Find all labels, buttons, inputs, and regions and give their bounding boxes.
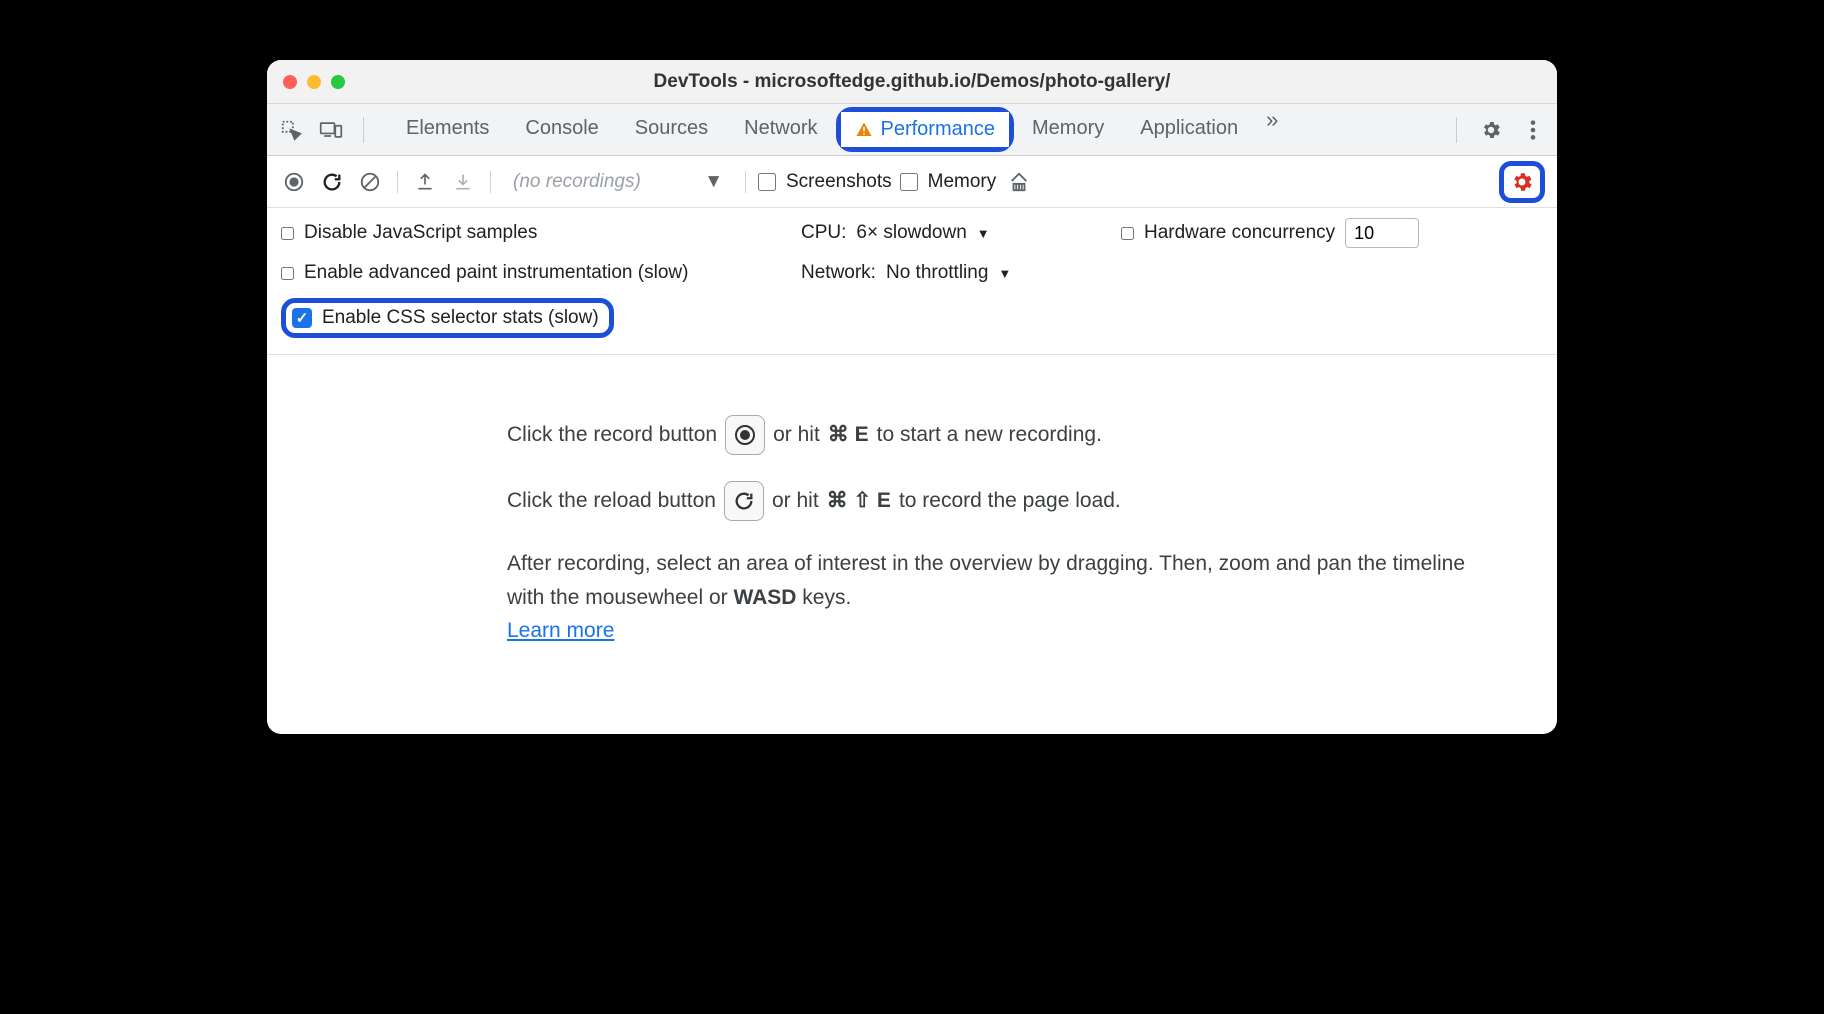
tab-console[interactable]: Console xyxy=(507,107,616,152)
traffic-lights xyxy=(267,75,345,89)
maximize-window-button[interactable] xyxy=(331,75,345,89)
tab-sources[interactable]: Sources xyxy=(617,107,726,152)
download-button[interactable] xyxy=(448,167,478,197)
window-title: DevTools - microsoftedge.github.io/Demos… xyxy=(267,71,1557,93)
devtools-window: DevTools - microsoftedge.github.io/Demos… xyxy=(267,60,1557,734)
recordings-dropdown[interactable]: (no recordings) ▼ xyxy=(503,171,733,193)
network-throttle-select[interactable]: No throttling ▼ xyxy=(886,262,1011,284)
record-button[interactable] xyxy=(279,167,309,197)
hardware-concurrency-field[interactable]: Hardware concurrency xyxy=(1121,218,1419,248)
dropdown-arrow-icon: ▼ xyxy=(704,171,723,193)
settings-icon[interactable] xyxy=(1477,116,1505,144)
reload-button[interactable] xyxy=(317,167,347,197)
tab-network[interactable]: Network xyxy=(726,107,835,152)
capture-settings-highlight xyxy=(1499,161,1545,203)
tabs-overflow-button[interactable]: » xyxy=(1256,107,1288,152)
learn-more-link[interactable]: Learn more xyxy=(507,619,614,642)
cpu-throttle-select[interactable]: 6× slowdown ▼ xyxy=(856,222,989,244)
capture-settings-panel: Disable JavaScript samples CPU: 6× slowd… xyxy=(267,208,1557,355)
chevron-down-icon: ▼ xyxy=(998,266,1011,281)
record-button-inline-icon xyxy=(725,415,765,455)
capture-settings-button[interactable] xyxy=(1510,170,1534,194)
tab-elements[interactable]: Elements xyxy=(388,107,507,152)
warning-icon xyxy=(855,121,873,139)
empty-state: Click the record button or hit ⌘ E to st… xyxy=(267,355,1557,734)
device-toggle-icon[interactable] xyxy=(317,116,345,144)
disable-js-samples-checkbox[interactable]: Disable JavaScript samples xyxy=(281,222,761,244)
cpu-label: CPU: xyxy=(801,222,846,244)
performance-toolbar: (no recordings) ▼ Screenshots Memory xyxy=(267,156,1557,208)
minimize-window-button[interactable] xyxy=(307,75,321,89)
upload-button[interactable] xyxy=(410,167,440,197)
paint-instrumentation-checkbox[interactable]: Enable advanced paint instrumentation (s… xyxy=(281,262,761,284)
chevron-down-icon: ▼ xyxy=(977,226,990,241)
tabbar: Elements Console Sources Network Perform… xyxy=(267,104,1557,156)
tab-performance[interactable]: Performance xyxy=(841,112,1010,147)
clear-button[interactable] xyxy=(355,167,385,197)
network-label: Network: xyxy=(801,262,876,284)
tab-performance-highlight: Performance xyxy=(836,107,1015,152)
inspect-icon[interactable] xyxy=(277,116,305,144)
memory-checkbox[interactable]: Memory xyxy=(900,171,997,193)
garbage-collect-icon[interactable] xyxy=(1004,167,1034,197)
css-selector-stats-highlight: Enable CSS selector stats (slow) xyxy=(281,298,614,338)
css-selector-stats-checkbox[interactable] xyxy=(292,308,312,328)
tab-memory[interactable]: Memory xyxy=(1014,107,1122,152)
reload-button-inline-icon xyxy=(724,481,764,521)
hardware-concurrency-input[interactable] xyxy=(1345,218,1419,248)
titlebar: DevTools - microsoftedge.github.io/Demos… xyxy=(267,60,1557,104)
kebab-menu-icon[interactable] xyxy=(1519,116,1547,144)
css-selector-stats-label: Enable CSS selector stats (slow) xyxy=(322,307,599,329)
tab-application[interactable]: Application xyxy=(1122,107,1256,152)
screenshots-checkbox[interactable]: Screenshots xyxy=(758,171,892,193)
close-window-button[interactable] xyxy=(283,75,297,89)
